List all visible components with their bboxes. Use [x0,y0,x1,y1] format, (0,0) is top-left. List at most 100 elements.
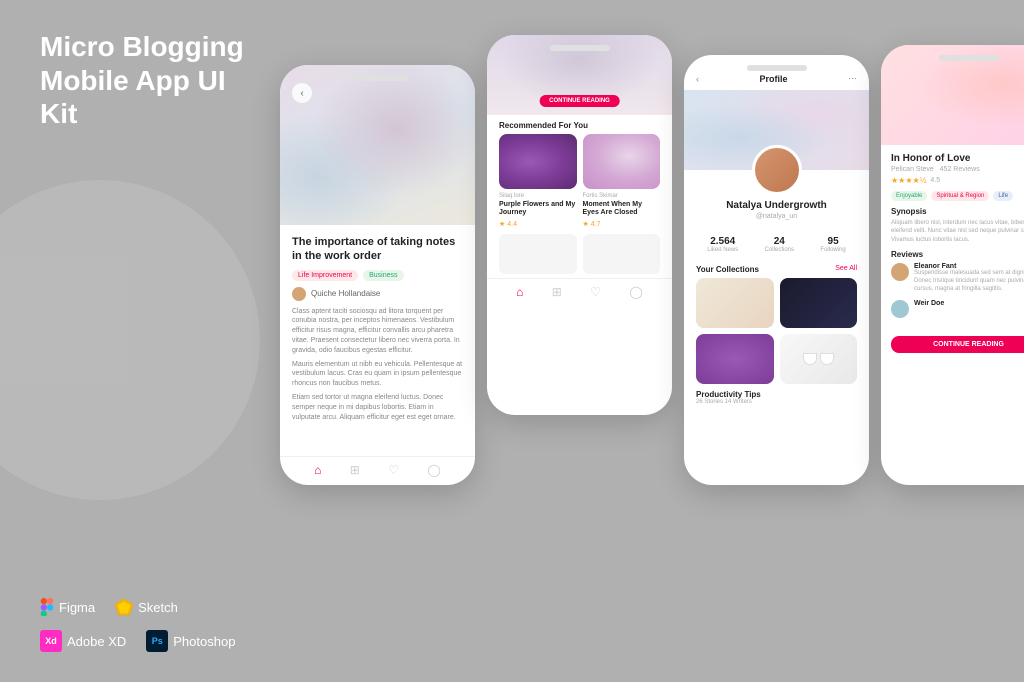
phone4-tag1: Enjoyable [891,191,927,201]
phone1-body1: Class aptent taciti sociosqu ad litora t… [292,307,463,356]
phone3-stat3-label: Following [820,247,845,253]
phone4-review1-text: Suspendisse malesuada sed sem at digniss… [914,270,1024,293]
phone4-synopsis-text: Aliquam libero nisl, interdum nec lacus … [891,219,1024,244]
phone3-collection1 [696,278,774,328]
phone3-productivity-meta: 26 Stories 14 Writers [696,399,761,405]
phone1-author: Quiche Hollandaise [292,287,463,301]
phone2-rec-img2 [583,134,661,189]
tool-ps: Ps Photoshop [146,630,235,652]
phone3-profile-label: Profile [699,74,848,84]
phone3-menu[interactable]: ⋯ [848,73,857,84]
ps-label: Photoshop [173,634,235,649]
phone2-recommended-grid: Silaq lore Purple Flowers and My Journey… [487,134,672,234]
phone3-see-all[interactable]: See All [835,265,857,274]
phone1-nav-search[interactable]: ⊞ [350,463,360,477]
phone2-nav-home[interactable]: ⌂ [516,285,523,299]
phone4-rating-num: 4.5 [930,177,940,184]
phone2-glasses [487,234,672,274]
phone4-hero [881,45,1024,145]
phone1-tag2: Business [363,270,403,281]
phone2-rec-meta1: Silaq lore [499,193,577,199]
phone1-author-avatar [292,287,306,301]
tool-figma: Figma [40,598,95,616]
phone3-productivity-title: Productivity Tips [696,390,761,399]
phone1-nav-heart[interactable]: ♡ [388,463,399,477]
phone4-content: In Honor of Love Pelican Steve 452 Revie… [881,145,1024,332]
phone4-continue-btn[interactable]: CONTINUE READING [891,336,1024,353]
phone2-rec-img1 [499,134,577,189]
phone2-nav-profile[interactable]: ◯ [629,285,642,299]
tool-sketch: Sketch [115,598,178,616]
phone3-stat1-label: Liked News [707,247,738,253]
xd-icon: Xd [40,630,62,652]
phone3-collection2 [780,278,858,328]
phone4-reviewer1: Eleanor Fant [914,263,1024,270]
phone3-stat-liked: 2.564 Liked News [707,236,738,253]
phone3-profile-handle: @natalya_un [696,213,857,220]
phone4-review1: Eleanor Fant Suspendisse malesuada sed s… [891,263,1024,293]
phone-blog-post: ‹ The importance of taking notes in the … [280,65,475,485]
phone3-bowl1 [803,353,817,365]
app-title: Micro Blogging Mobile App UI Kit [40,30,260,131]
phone4-synopsis-label: Synopsis [891,207,1024,216]
phone2-nav-heart[interactable]: ♡ [590,285,601,299]
phone3-collection4 [780,334,858,384]
phone2-rec-item2: Fortis Skimar Moment When My Eyes Are Cl… [583,134,661,228]
phone2-rec-title2: Moment When My Eyes Are Closed [583,201,661,218]
phone4-book-rating: ★★★★½ 4.5 [891,176,1024,185]
phone1-title: The importance of taking notes in the wo… [292,235,463,264]
phone2-rec-item1: Silaq lore Purple Flowers and My Journey… [499,134,577,228]
phone4-review2: Weir Doe [891,300,1024,318]
phone3-stats: 2.564 Liked News 24 Collections 95 Follo… [684,236,869,253]
title-block: Micro Blogging Mobile App UI Kit [40,30,260,139]
tool-xd: Xd Adobe XD [40,630,126,652]
phone1-nav-home[interactable]: ⌂ [314,463,321,477]
phone-profile: ‹ Profile ⋯ Natalya Undergrowth @natalya… [684,55,869,485]
phone1-body2: Mauris elementum ut nibh eu vehicula. Pe… [292,360,463,389]
phone3-collections-label: Your Collections [696,265,759,274]
phone2-nav-search[interactable]: ⊞ [552,285,562,299]
phone3-collection3 [696,334,774,384]
phone3-productivity: Productivity Tips 26 Stories 14 Writers [684,390,869,405]
figma-label: Figma [59,600,95,615]
sketch-label: Sketch [138,600,178,615]
figma-icon [40,598,54,616]
phone-book-detail: In Honor of Love Pelican Steve 452 Revie… [881,45,1024,485]
phone4-reviewer2: Weir Doe [914,300,944,307]
phone2-glasses-item1 [499,234,577,274]
phone4-review1-avatar [891,263,909,281]
phone1-hero-image: ‹ [280,65,475,225]
xd-label: Adobe XD [67,634,126,649]
phone4-tag2: Spiritual & Region [931,191,989,201]
phone3-profile-name: Natalya Undergrowth [696,200,857,211]
phone3-stat2-num: 24 [765,236,794,247]
tools-row: Figma Sketch Xd Adobe XD Ps Photoshop [40,598,260,662]
ps-icon: Ps [146,630,168,652]
phone4-book-author: Pelican Steve 452 Reviews [891,166,1024,173]
phone3-stat1-num: 2.564 [707,236,738,247]
phone4-tag3: Life [993,191,1013,201]
phone1-content: The importance of taking notes in the wo… [280,225,475,436]
phone1-back-button[interactable]: ‹ [292,83,312,103]
phone1-author-name: Quiche Hollandaise [311,289,380,298]
phone3-cover [684,90,869,170]
phone4-reviews-label: Reviews [891,250,1024,259]
phone2-rec-rating1: ★ 4.4 [499,220,577,228]
phones-area: ‹ The importance of taking notes in the … [280,30,1024,662]
phone2-glasses-item2 [583,234,661,274]
phone3-collections-grid [684,278,869,384]
phone2-continue-btn[interactable]: CONTINUE READING [539,95,620,107]
phone2-rec-title1: Purple Flowers and My Journey [499,201,577,218]
phone3-avatar [752,145,802,195]
phone3-stat3-num: 95 [820,236,845,247]
phone2-recommended-label: Recommended For You [487,115,672,134]
phone3-stat2-label: Collections [765,247,794,253]
phone3-bowl2 [820,353,834,365]
phone4-book-tags: Enjoyable Spiritual & Region Life [891,191,1024,201]
phone2-rec-meta2: Fortis Skimar [583,193,661,199]
phone1-nav-profile[interactable]: ◯ [427,463,440,477]
phone3-stat-following: 95 Following [820,236,845,253]
phone1-tag1: Life Improvement [292,270,358,281]
phone-recommended: CONTINUE READING Recommended For You Sil… [487,35,672,415]
phone3-topbar: ‹ Profile ⋯ [684,55,869,90]
